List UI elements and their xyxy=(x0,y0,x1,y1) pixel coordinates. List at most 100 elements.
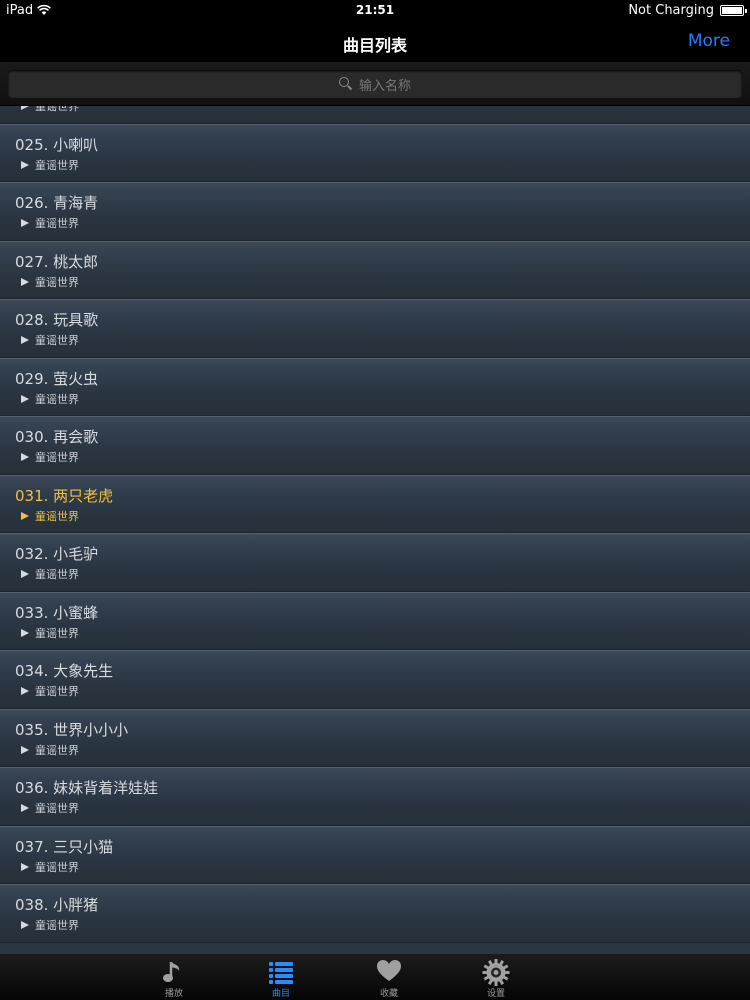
song-artist: 童谣世界 xyxy=(35,106,79,113)
search-input[interactable]: 输入名称 xyxy=(8,70,742,98)
app-screen: iPad 21:51 Not Charging 曲目列表 More 输入名称 0… xyxy=(0,0,750,1000)
search-placeholder: 输入名称 xyxy=(358,78,411,94)
play-icon xyxy=(21,219,29,227)
charging-status: Not Charging xyxy=(628,3,714,18)
status-right: Not Charging xyxy=(628,3,747,18)
song-subtitle: 童谣世界 xyxy=(21,859,79,875)
song-artist: 童谣世界 xyxy=(35,158,79,172)
song-row[interactable]: 032. 小毛驴童谣世界 xyxy=(0,533,750,592)
song-title: 025. 小喇叭 xyxy=(15,135,99,154)
song-title: 038. 小胖猪 xyxy=(15,896,99,914)
song-subtitle: 童谣世界 xyxy=(21,106,79,114)
song-subtitle: 童谣世界 xyxy=(21,274,79,290)
song-artist: 童谣世界 xyxy=(35,626,79,640)
song-row[interactable]: 026. 青海青童谣世界 xyxy=(0,182,750,241)
song-row[interactable]: 033. 小蜜蜂童谣世界 xyxy=(0,591,750,650)
play-icon xyxy=(21,570,29,578)
song-artist: 童谣世界 xyxy=(35,509,79,523)
song-title: 029. 萤火虫 xyxy=(15,369,99,388)
song-row[interactable]: 038. 小胖猪童谣世界 xyxy=(0,884,750,943)
song-subtitle: 童谣世界 xyxy=(21,508,79,524)
song-row[interactable]: 034. 大象先生童谣世界 xyxy=(0,650,750,709)
list-icon xyxy=(269,959,293,989)
song-artist: 童谣世界 xyxy=(35,334,79,347)
song-subtitle: 童谣世界 xyxy=(21,332,79,348)
tab-label: 设置 xyxy=(486,989,505,999)
song-row[interactable]: 029. 萤火虫童谣世界 xyxy=(0,357,750,416)
play-icon xyxy=(21,862,29,871)
song-title: 035. 世界小小小 xyxy=(15,720,129,739)
play-icon xyxy=(21,628,29,637)
battery-icon xyxy=(720,5,747,16)
song-subtitle: 童谣世界 xyxy=(21,215,79,231)
song-row[interactable]: 024. 骑木马童谣世界 xyxy=(0,106,750,124)
song-row[interactable]: 031. 两只老虎童谣世界 xyxy=(0,474,750,533)
music-note-icon xyxy=(163,959,185,989)
tab-label: 收藏 xyxy=(379,989,398,999)
song-subtitle: 童谣世界 xyxy=(21,625,79,641)
song-artist: 童谣世界 xyxy=(35,568,79,581)
play-icon xyxy=(21,687,29,695)
search-icon xyxy=(338,77,353,91)
play-icon xyxy=(21,160,29,169)
play-icon xyxy=(21,453,29,461)
play-icon xyxy=(21,394,29,403)
song-subtitle: 童谣世界 xyxy=(21,566,79,582)
tab-gear[interactable]: 设置 xyxy=(456,954,536,1000)
tab-bar: 播放 曲目 收藏 设置 xyxy=(0,953,750,1000)
song-list[interactable]: 024. 骑木马童谣世界025. 小喇叭童谣世界026. 青海青童谣世界027.… xyxy=(0,106,750,953)
song-row[interactable]: 036. 妹妹背着洋娃娃童谣世界 xyxy=(0,767,750,826)
song-artist: 童谣世界 xyxy=(35,451,79,464)
song-artist: 童谣世界 xyxy=(35,919,79,932)
tab-label: 播放 xyxy=(164,989,183,999)
nav-bar: 曲目列表 More xyxy=(0,22,750,62)
song-row[interactable]: 030. 再会歌童谣世界 xyxy=(0,416,750,475)
tab-music-note[interactable]: 播放 xyxy=(134,954,214,1000)
song-list-content: 024. 骑木马童谣世界025. 小喇叭童谣世界026. 青海青童谣世界027.… xyxy=(0,106,750,943)
song-artist: 童谣世界 xyxy=(35,392,79,406)
song-title: 036. 妹妹背着洋娃娃 xyxy=(15,779,159,797)
song-row[interactable]: 035. 世界小小小童谣世界 xyxy=(0,708,750,767)
play-icon xyxy=(21,804,29,812)
play-icon xyxy=(21,106,29,110)
heart-icon xyxy=(376,959,402,987)
song-title: 037. 三只小猫 xyxy=(15,837,114,856)
song-title: 028. 玩具歌 xyxy=(15,311,99,329)
search-bar: 输入名称 xyxy=(0,62,750,106)
more-button[interactable]: More xyxy=(688,31,730,51)
status-bar: iPad 21:51 Not Charging xyxy=(0,0,750,22)
song-title: 027. 桃太郎 xyxy=(15,252,99,271)
song-title: 033. 小蜜蜂 xyxy=(15,603,99,622)
song-subtitle: 童谣世界 xyxy=(21,391,79,407)
tab-heart[interactable]: 收藏 xyxy=(349,954,429,1000)
tab-list[interactable]: 曲目 xyxy=(241,954,321,1000)
play-icon xyxy=(21,277,29,286)
song-artist: 童谣世界 xyxy=(35,802,79,815)
song-artist: 童谣世界 xyxy=(35,275,79,289)
tab-label: 曲目 xyxy=(271,989,290,999)
play-icon xyxy=(21,511,29,520)
page-title: 曲目列表 xyxy=(342,36,407,55)
song-artist: 童谣世界 xyxy=(35,217,79,230)
song-artist: 童谣世界 xyxy=(35,860,79,874)
song-title: 032. 小毛驴 xyxy=(15,545,99,563)
song-subtitle: 童谣世界 xyxy=(21,800,79,816)
song-row[interactable]: 027. 桃太郎童谣世界 xyxy=(0,240,750,299)
song-row[interactable]: 028. 玩具歌童谣世界 xyxy=(0,299,750,358)
song-title: 026. 青海青 xyxy=(15,194,99,212)
play-icon xyxy=(21,921,29,929)
song-subtitle: 童谣世界 xyxy=(21,449,79,465)
song-subtitle: 童谣世界 xyxy=(21,683,79,699)
song-row[interactable]: 037. 三只小猫童谣世界 xyxy=(0,825,750,884)
song-subtitle: 童谣世界 xyxy=(21,157,79,173)
song-title: 034. 大象先生 xyxy=(15,662,114,680)
song-artist: 童谣世界 xyxy=(35,685,79,698)
song-artist: 童谣世界 xyxy=(35,743,79,757)
song-subtitle: 童谣世界 xyxy=(21,917,79,933)
play-icon xyxy=(21,745,29,754)
song-title: 031. 两只老虎 xyxy=(15,486,114,505)
song-row[interactable]: 025. 小喇叭童谣世界 xyxy=(0,123,750,182)
song-title: 030. 再会歌 xyxy=(15,428,99,446)
song-subtitle: 童谣世界 xyxy=(21,742,79,758)
play-icon xyxy=(21,336,29,344)
